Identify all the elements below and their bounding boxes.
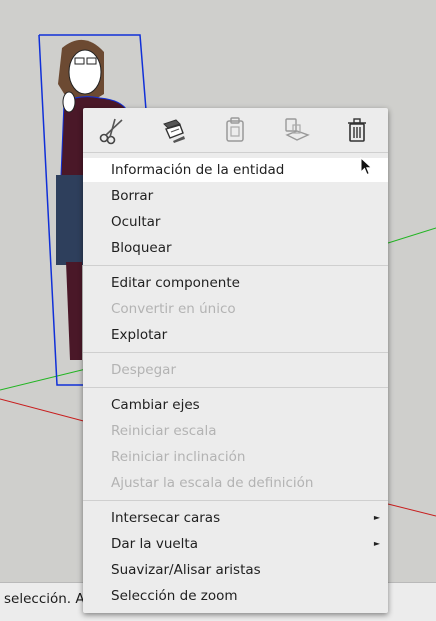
menu-item-label: Intersecar caras: [111, 510, 221, 526]
menu-separator: [83, 265, 388, 266]
menu-item-zoom-selection[interactable]: Selección de zoom: [83, 584, 388, 608]
menu-item-flip-along[interactable]: Dar la vuelta ►: [83, 532, 388, 556]
menu-item-change-axes[interactable]: Cambiar ejes: [83, 393, 388, 417]
context-menu: Información de la entidad Borrar Ocultar…: [83, 108, 388, 613]
menu-item-reset-skew: Reiniciar inclinación: [111, 449, 246, 465]
figure-skirt: [56, 175, 84, 265]
menu-item-erase[interactable]: Borrar: [83, 184, 388, 208]
menu-item-soften-edges[interactable]: Suavizar/Alisar aristas: [83, 558, 388, 582]
menu-item-unglue: Despegar: [111, 362, 177, 378]
menu-separator: [83, 152, 388, 153]
menu-item-label: Dar la vuelta: [111, 536, 198, 552]
menu-item-explode[interactable]: Explotar: [83, 323, 388, 347]
paste-icon[interactable]: [220, 115, 250, 145]
menu-item-lock[interactable]: Bloquear: [83, 236, 388, 260]
figure-hand: [62, 91, 76, 113]
red-axis-right: [387, 503, 436, 517]
green-axis-left: [0, 367, 91, 391]
menu-item-edit-component[interactable]: Editar componente: [83, 271, 388, 295]
scissors-icon[interactable]: [97, 115, 127, 145]
menu-item-entity-info[interactable]: Información de la entidad: [83, 158, 388, 182]
menu-item-make-unique: Convertir en único: [111, 301, 236, 317]
menu-item-scale-definition: Ajustar la escala de definición: [111, 475, 314, 491]
submenu-arrow-icon: ►: [373, 513, 380, 522]
menu-separator: [83, 352, 388, 353]
figure-face: [68, 49, 102, 95]
submenu-arrow-icon: ►: [373, 539, 380, 548]
figure-leg: [66, 262, 82, 360]
menu-item-hide[interactable]: Ocultar: [83, 210, 388, 234]
menu-separator: [83, 387, 388, 388]
menu-item-reset-scale: Reiniciar escala: [111, 423, 217, 439]
paste-in-place-icon[interactable]: [281, 115, 311, 145]
status-text: selección. Ar: [4, 591, 91, 607]
context-toolbar: [83, 108, 388, 152]
menu-separator: [83, 500, 388, 501]
copy-icon[interactable]: [159, 115, 189, 145]
mouse-pointer-icon: [360, 156, 374, 181]
green-axis-right: [387, 227, 436, 244]
trash-icon[interactable]: [342, 115, 372, 145]
menu-item-intersect-faces[interactable]: Intersecar caras ►: [83, 506, 388, 530]
